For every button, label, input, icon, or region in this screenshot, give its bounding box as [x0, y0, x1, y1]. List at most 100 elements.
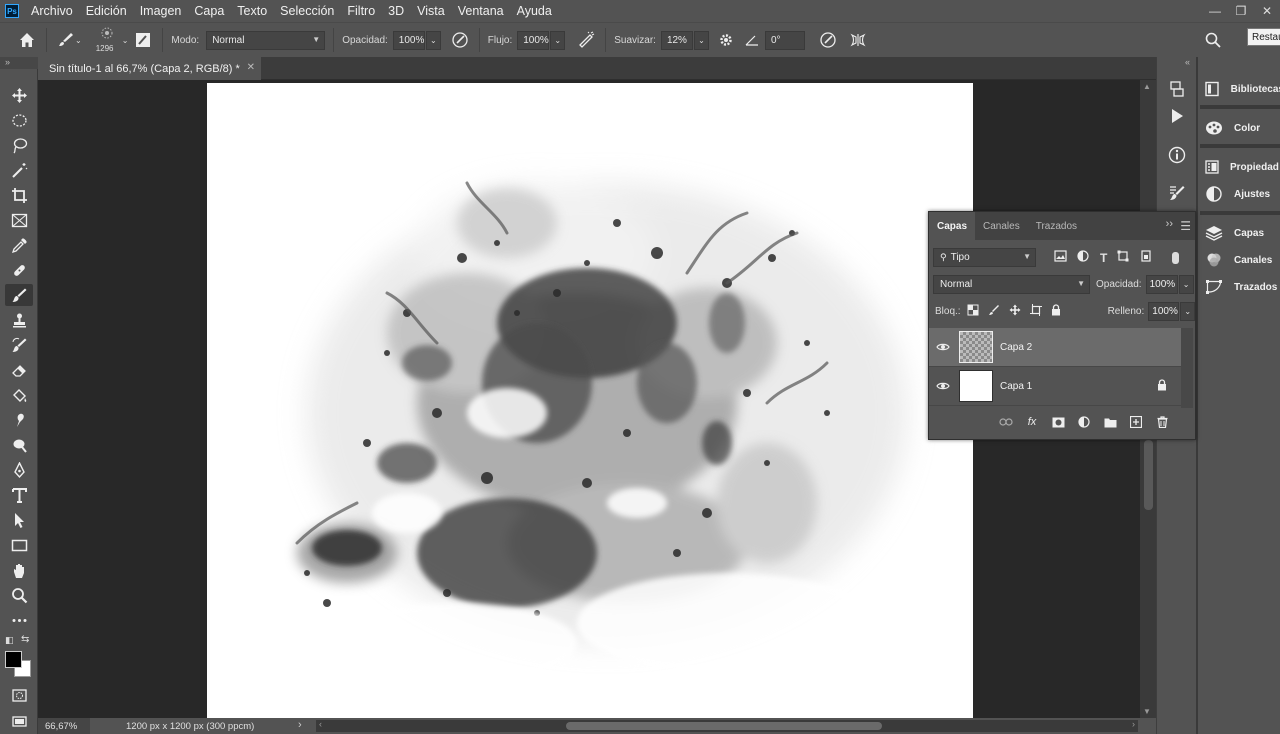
history-brush-tool-icon[interactable] — [5, 334, 33, 356]
symmetry-icon[interactable] — [847, 29, 869, 51]
dock-propiedades[interactable]: Propiedad… — [1204, 155, 1280, 179]
lock-transparent-pixels-icon[interactable] — [967, 304, 979, 319]
filter-smart-object-icon[interactable] — [1140, 250, 1152, 265]
type-tool-icon[interactable] — [5, 484, 33, 506]
menu-ventana[interactable]: Ventana — [458, 4, 504, 18]
brush-preset-icon[interactable] — [55, 29, 77, 51]
new-group-folder-icon[interactable] — [1097, 412, 1123, 432]
more-tools-icon[interactable] — [5, 609, 33, 631]
layer-opacity-dropdown[interactable]: ⌄ — [1178, 275, 1194, 294]
trash-icon[interactable] — [1149, 412, 1175, 432]
eraser-tool-icon[interactable] — [5, 359, 33, 381]
brush-preset-chevron-icon[interactable]: ⌄ — [75, 36, 82, 45]
restore-button[interactable]: ❐ — [1228, 0, 1254, 22]
menu-seleccion[interactable]: Selección — [280, 4, 334, 18]
filter-adjustment-icon[interactable] — [1077, 250, 1089, 265]
dock-trazados[interactable]: Trazados — [1204, 275, 1280, 299]
menu-archivo[interactable]: Archivo — [31, 4, 73, 18]
layer-row-capa-1[interactable]: Capa 1 — [929, 367, 1181, 406]
pressure-size-icon[interactable] — [817, 29, 839, 51]
rectangle-tool-icon[interactable] — [5, 534, 33, 556]
opacity-input[interactable]: 100% — [392, 30, 425, 50]
dodge-tool-icon[interactable] — [5, 434, 33, 456]
brush-tool-icon[interactable] — [5, 284, 33, 306]
pen-tool-icon[interactable] — [5, 459, 33, 481]
blend-mode-dropdown[interactable]: Normal ▼ — [933, 275, 1090, 294]
collapse-panel-icon[interactable]: ›› — [1166, 218, 1173, 230]
layer-name[interactable]: Capa 1 — [1000, 381, 1032, 392]
filter-shape-icon[interactable] — [1117, 250, 1129, 265]
panel-menu-icon[interactable]: ☰ — [1180, 219, 1191, 233]
tab-canales[interactable]: Canales — [975, 212, 1028, 240]
flow-input[interactable]: 100% — [517, 30, 550, 50]
clone-stamp-tool-icon[interactable] — [5, 309, 33, 331]
smoothing-dropdown-button[interactable]: ⌄ — [693, 30, 709, 50]
scrollbar-thumb[interactable] — [566, 722, 882, 730]
fill-input[interactable]: 100% — [1148, 302, 1180, 321]
layer-row-capa-2[interactable]: Capa 2 — [929, 328, 1181, 367]
lock-all-icon[interactable] — [1051, 304, 1061, 319]
document-canvas[interactable] — [207, 83, 973, 718]
default-colors-icon[interactable]: ◧ — [5, 635, 14, 646]
status-menu-icon[interactable]: › — [298, 719, 302, 731]
healing-brush-tool-icon[interactable] — [5, 259, 33, 281]
document-tab[interactable]: Sin título-1 al 66,7% (Capa 2, RGB/8) * … — [38, 57, 261, 80]
brush-settings-panel-icon[interactable] — [132, 29, 154, 51]
smudge-tool-icon[interactable] — [5, 409, 33, 431]
scrollbar-thumb[interactable] — [1144, 440, 1153, 510]
brush-size-picker[interactable]: 1296 — [96, 25, 126, 55]
menu-capa[interactable]: Capa — [194, 4, 224, 18]
scroll-down-icon[interactable]: ▼ — [1143, 707, 1151, 716]
info-icon[interactable] — [1165, 143, 1189, 167]
path-selection-tool-icon[interactable] — [5, 509, 33, 531]
scroll-right-icon[interactable]: › — [1132, 719, 1135, 729]
screen-mode-icon[interactable] — [5, 710, 33, 732]
eye-icon[interactable] — [929, 367, 957, 406]
menu-edicion[interactable]: Edición — [86, 4, 127, 18]
flow-dropdown-button[interactable]: ⌄ — [550, 30, 566, 50]
adjustment-layer-icon[interactable] — [1071, 412, 1097, 432]
pressure-opacity-icon[interactable] — [449, 29, 471, 51]
layer-opacity-input[interactable]: 100% — [1145, 275, 1178, 294]
add-mask-icon[interactable] — [1045, 412, 1071, 432]
filter-toggle-icon[interactable] — [1172, 251, 1180, 264]
dock-canales[interactable]: Canales — [1204, 248, 1280, 272]
menu-ayuda[interactable]: Ayuda — [517, 4, 552, 18]
expand-panels-icon[interactable]: « — [1185, 57, 1190, 67]
minimize-button[interactable]: — — [1202, 0, 1228, 22]
mode-dropdown[interactable]: Normal ▼ — [206, 30, 326, 50]
ellipse-marquee-tool-icon[interactable] — [5, 109, 33, 131]
layer-name[interactable]: Capa 2 — [1000, 342, 1032, 353]
filter-type-icon[interactable]: T — [1100, 251, 1107, 265]
lasso-tool-icon[interactable] — [5, 134, 33, 156]
home-icon[interactable] — [16, 29, 38, 51]
eyedropper-tool-icon[interactable] — [5, 234, 33, 256]
toolbar-collapse-icon[interactable]: » — [0, 57, 38, 69]
magic-wand-tool-icon[interactable] — [5, 159, 33, 181]
filter-pixel-icon[interactable] — [1054, 250, 1067, 265]
zoom-tool-icon[interactable] — [5, 584, 33, 606]
lock-artboard-icon[interactable] — [1029, 304, 1042, 319]
layer-thumbnail[interactable] — [959, 370, 993, 402]
dock-bibliotecas[interactable]: Bibliotecas — [1204, 77, 1280, 101]
layers-scrollbar[interactable] — [1181, 328, 1193, 408]
layer-thumbnail[interactable] — [959, 331, 993, 363]
frame-tool-icon[interactable] — [5, 209, 33, 231]
gear-icon[interactable] — [715, 29, 737, 51]
zoom-level-field[interactable]: 66,67% — [38, 718, 90, 734]
eye-icon[interactable] — [929, 328, 957, 367]
horizontal-scrollbar[interactable]: ‹ › — [316, 719, 1138, 732]
quick-mask-icon[interactable] — [5, 684, 33, 706]
close-icon[interactable]: ✕ — [247, 62, 255, 73]
close-button[interactable]: ✕ — [1254, 0, 1280, 22]
paint-bucket-tool-icon[interactable] — [5, 384, 33, 406]
dock-capas[interactable]: Capas — [1204, 221, 1280, 245]
tab-trazados[interactable]: Trazados — [1028, 212, 1085, 240]
layer-style-fx-icon[interactable]: fx — [1019, 412, 1045, 432]
opacity-dropdown-button[interactable]: ⌄ — [425, 30, 441, 50]
search-icon[interactable] — [1202, 29, 1224, 51]
actions-play-icon[interactable] — [1165, 104, 1189, 128]
menu-imagen[interactable]: Imagen — [140, 4, 182, 18]
lock-position-icon[interactable] — [1009, 304, 1021, 319]
move-tool-icon[interactable] — [5, 84, 33, 106]
